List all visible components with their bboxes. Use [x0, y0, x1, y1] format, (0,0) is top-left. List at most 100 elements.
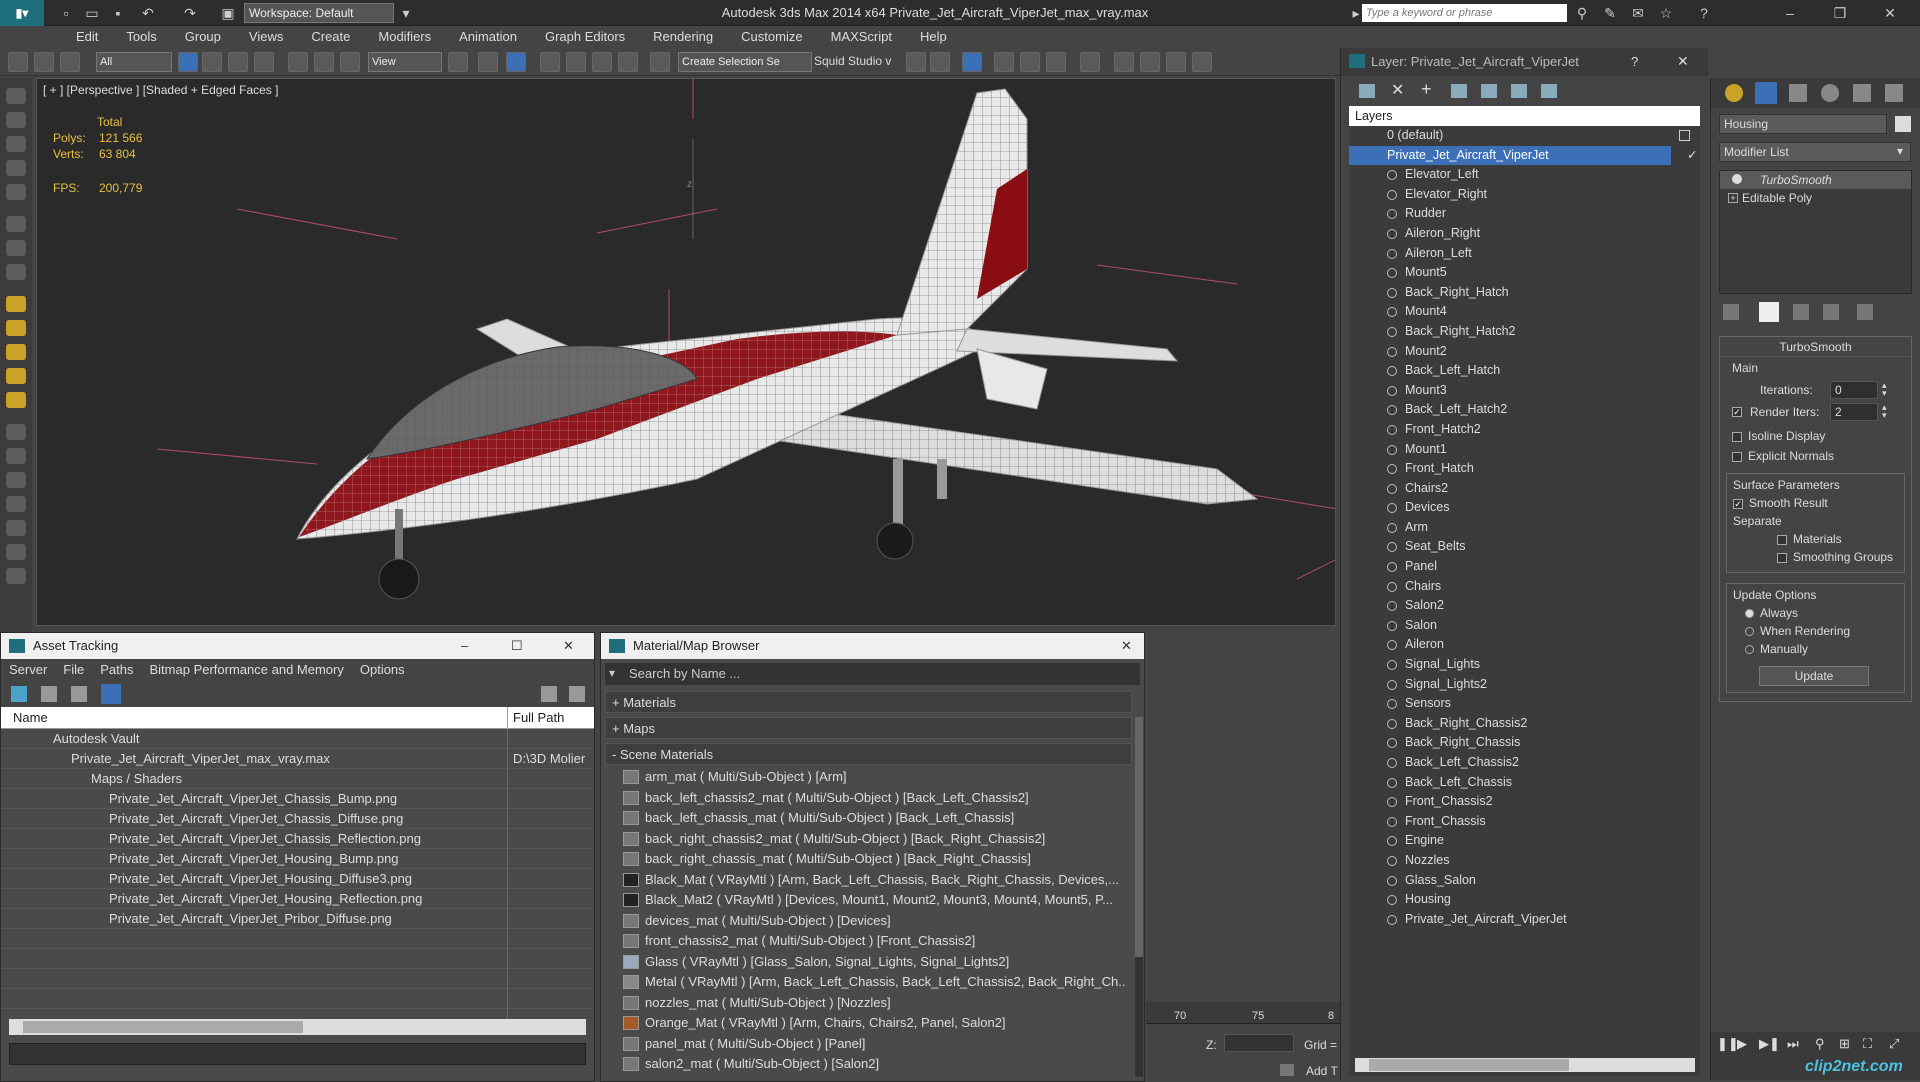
select-object-icon[interactable]	[178, 52, 198, 72]
explicit-normals-checkbox[interactable]	[1732, 451, 1742, 462]
menu-options[interactable]: Options	[352, 659, 413, 681]
list-item[interactable]: salon2_mat ( Multi/Sub-Object ) [Salon2]	[605, 1054, 1125, 1075]
rendered-frame-window-icon[interactable]	[1140, 52, 1160, 72]
squid-studio-label[interactable]: Squid Studio v	[814, 54, 891, 68]
utilities-tab-icon[interactable]	[1885, 84, 1903, 102]
when-rendering-row[interactable]: When Rendering	[1727, 622, 1904, 640]
layer-item[interactable]: Back_Left_Chassis2	[1349, 753, 1700, 773]
add-to-layer-icon[interactable]	[1451, 84, 1467, 98]
layer-item[interactable]: Mount2	[1349, 342, 1700, 362]
table-row[interactable]: Private_Jet_Aircraft_ViperJet_Housing_Bu…	[1, 849, 594, 869]
list-item[interactable]: Metal ( VRayMtl ) [Arm, Back_Left_Chassi…	[605, 972, 1125, 993]
new-file-icon[interactable]: ▫	[56, 3, 76, 23]
bind-space-warp-icon[interactable]	[60, 52, 80, 72]
table-row[interactable]: Private_Jet_Aircraft_ViperJet_Housing_Di…	[1, 869, 594, 889]
field-of-view-icon[interactable]: ⛶	[1863, 1036, 1872, 1052]
maximize-viewport-icon[interactable]: ⤢	[1889, 1036, 1899, 1052]
settings-icon[interactable]	[569, 686, 585, 702]
workspace-select[interactable]: Workspace: Default	[244, 3, 394, 23]
table-row[interactable]: Private_Jet_Aircraft_ViperJet_Chassis_Di…	[1, 809, 594, 829]
isoline-checkbox[interactable]	[1732, 431, 1742, 442]
list-item[interactable]: panel_mat ( Multi/Sub-Object ) [Panel]	[605, 1034, 1125, 1055]
tool-icon-6[interactable]	[6, 216, 26, 232]
layer-item[interactable]: Panel	[1349, 557, 1700, 577]
layer-item[interactable]: Seat_Belts	[1349, 537, 1700, 557]
horizontal-scrollbar[interactable]	[9, 1019, 586, 1035]
layer-item[interactable]: Chairs	[1349, 577, 1700, 597]
layer-item[interactable]: Back_Left_Hatch2	[1349, 400, 1700, 420]
layer-item[interactable]: Back_Right_Chassis	[1349, 733, 1700, 753]
layer-item[interactable]: Mount3	[1349, 381, 1700, 401]
restore-icon[interactable]: ❐	[1820, 0, 1860, 26]
material-search-input[interactable]: Search by Name ...	[629, 666, 740, 681]
layer-explorer-icon[interactable]	[962, 52, 982, 72]
current-layer-icon[interactable]	[1679, 130, 1690, 141]
cylinder-icon[interactable]	[6, 320, 26, 336]
layer-titlebar[interactable]: Layer: Private_Jet_Aircraft_ViperJet ? ✕	[1341, 48, 1708, 76]
layer-default[interactable]: 0 (default)	[1349, 126, 1700, 146]
menu-animation[interactable]: Animation	[445, 26, 531, 48]
select-by-name-icon[interactable]	[202, 52, 222, 72]
list-item[interactable]: Black_Mat2 ( VRayMtl ) [Devices, Mount1,…	[605, 890, 1125, 911]
layer-item[interactable]: Housing	[1349, 890, 1700, 910]
layer-item[interactable]: Front_Chassis	[1349, 812, 1700, 832]
tool-icon-7[interactable]	[6, 240, 26, 256]
table-row[interactable]: Private_Jet_Aircraft_ViperJet_Chassis_Re…	[1, 829, 594, 849]
align-icon[interactable]	[930, 52, 950, 72]
keyboard-shortcut-icon[interactable]	[506, 52, 526, 72]
materials-row[interactable]: Materials	[1727, 530, 1904, 548]
go-to-end-icon[interactable]: ⏭	[1787, 1036, 1799, 1052]
render-iters-checkbox[interactable]: ✓	[1732, 407, 1742, 417]
material-editor-icon[interactable]	[1080, 52, 1100, 72]
menu-bitmap-performance[interactable]: Bitmap Performance and Memory	[142, 659, 352, 681]
layer-item[interactable]: Devices	[1349, 498, 1700, 518]
binoculars-icon[interactable]: ⚲	[1572, 3, 1592, 23]
layer-item[interactable]: Engine	[1349, 831, 1700, 851]
layer-item[interactable]: Signal_Lights2	[1349, 675, 1700, 695]
tool-icon-8[interactable]	[6, 264, 26, 280]
chevron-down-icon[interactable]: ▾	[609, 666, 615, 680]
horizontal-scrollbar[interactable]	[1355, 1058, 1695, 1072]
curve-editor-icon[interactable]	[1020, 52, 1040, 72]
layer-item[interactable]: Aileron	[1349, 635, 1700, 655]
when-rendering-radio[interactable]	[1745, 627, 1754, 637]
make-unique-icon[interactable]	[1793, 304, 1809, 320]
rectangular-selection-icon[interactable]	[228, 52, 248, 72]
highlight-layer-icon[interactable]	[1511, 84, 1527, 98]
time-ruler[interactable]: 70 75 8	[1146, 1002, 1340, 1024]
create-tab-icon[interactable]	[1725, 84, 1743, 102]
hide-layers-icon[interactable]	[1541, 84, 1557, 98]
layer-item[interactable]: Mount5	[1349, 263, 1700, 283]
show-end-result-icon[interactable]	[1759, 302, 1779, 322]
layer-item[interactable]: Mount1	[1349, 440, 1700, 460]
layer-item[interactable]: Nozzles	[1349, 851, 1700, 871]
layer-item[interactable]: Salon2	[1349, 596, 1700, 616]
tool-icon-15[interactable]	[6, 568, 26, 584]
undo-icon[interactable]: ↶	[138, 3, 158, 23]
torus-icon[interactable]	[6, 344, 26, 360]
stack-item-turbosmooth[interactable]: TurboSmooth	[1720, 171, 1911, 189]
menu-group[interactable]: Group	[171, 26, 235, 48]
open-file-icon[interactable]: ▭	[82, 3, 102, 23]
minimize-icon[interactable]: –	[461, 633, 468, 659]
iterations-input[interactable]: 0	[1830, 381, 1878, 399]
tool-icon-1[interactable]	[6, 88, 26, 104]
mirror-icon[interactable]	[906, 52, 926, 72]
modify-tab-icon[interactable]	[1755, 82, 1777, 104]
layer-item[interactable]: Mount4	[1349, 302, 1700, 322]
chevron-down-icon[interactable]: ▾	[1897, 144, 1903, 158]
render-setup-icon[interactable]	[1114, 52, 1134, 72]
table-row[interactable]: Autodesk Vault	[1, 729, 594, 749]
tool-icon-9[interactable]	[6, 424, 26, 440]
menu-tools[interactable]: Tools	[112, 26, 170, 48]
list-item[interactable]: back_left_chassis2_mat ( Multi/Sub-Objec…	[605, 788, 1125, 809]
menu-help[interactable]: Help	[906, 26, 961, 48]
tool-icon-13[interactable]	[6, 520, 26, 536]
scrollbar-thumb[interactable]	[1135, 717, 1143, 957]
link-icon[interactable]	[8, 52, 28, 72]
layer-item[interactable]: Elevator_Left	[1349, 165, 1700, 185]
layer-item[interactable]: Chairs2	[1349, 479, 1700, 499]
layer-item[interactable]: Back_Left_Chassis	[1349, 773, 1700, 793]
expand-icon[interactable]: +	[1728, 193, 1738, 203]
list-item[interactable]: Black_Mat ( VRayMtl ) [Arm, Back_Left_Ch…	[605, 870, 1125, 891]
